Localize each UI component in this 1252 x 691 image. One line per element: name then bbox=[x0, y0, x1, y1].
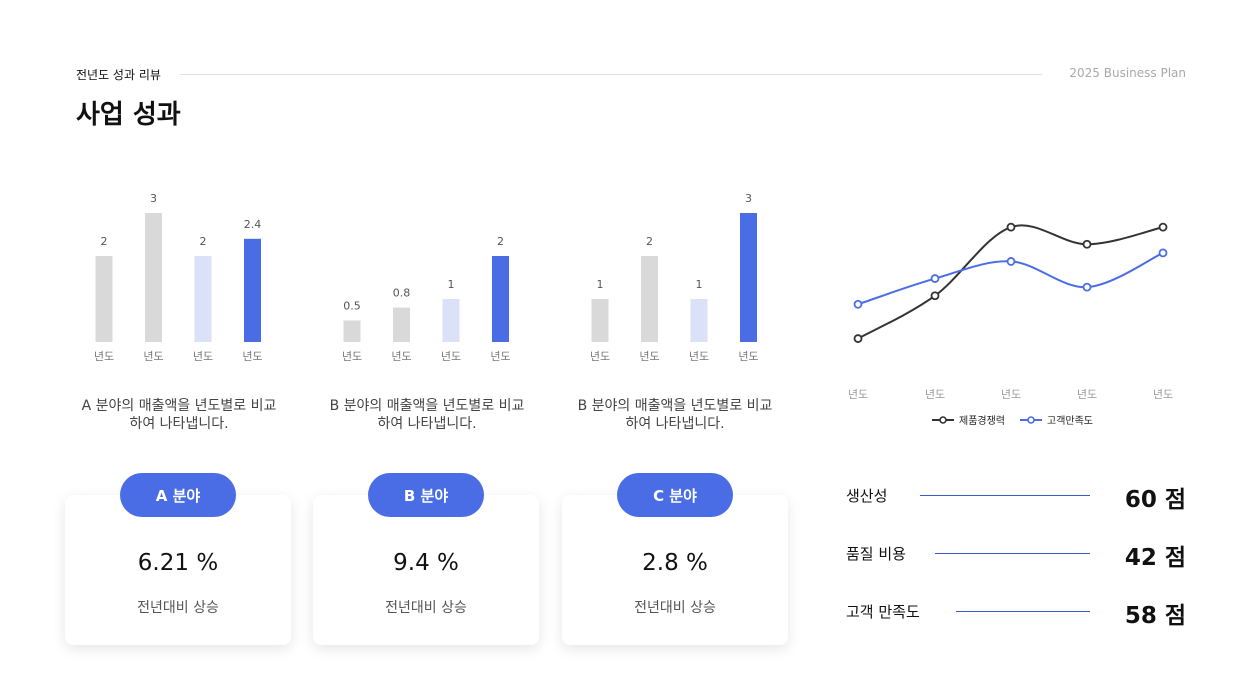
bar-chart-b: 0.5 년도 0.8 년도 1 년도 2 년도 bbox=[332, 180, 552, 380]
x-tick-label: 년도 bbox=[143, 350, 163, 363]
plan-label: 2025 Business Plan bbox=[1069, 66, 1186, 80]
metric-label-customer-satisfaction: 고객 만족도 bbox=[846, 603, 920, 621]
bar-value-label: 2.4 bbox=[244, 218, 262, 231]
metric-line-quality-cost bbox=[935, 553, 1090, 554]
bar-value-label: 1 bbox=[696, 278, 703, 291]
bar bbox=[442, 299, 460, 342]
bar-chart-c-svg: 1 년도 2 년도 1 년도 3 년도 bbox=[590, 192, 759, 363]
card-a-label-pill: A 분야 bbox=[120, 473, 236, 517]
card-b: 9.4 % 전년대비 상승 bbox=[313, 495, 539, 645]
card-a-value: 6.21 % bbox=[137, 550, 219, 576]
x-tick-label: 년도 bbox=[1001, 388, 1021, 401]
bar bbox=[591, 299, 609, 342]
card-a-subtitle: 전년대비 상승 bbox=[137, 600, 219, 616]
series-point bbox=[1082, 282, 1092, 292]
bar-chart-c: 1 년도 2 년도 1 년도 3 년도 bbox=[580, 180, 800, 380]
bar bbox=[194, 256, 212, 342]
bar bbox=[244, 238, 261, 342]
x-tick-label: 년도 bbox=[848, 388, 868, 401]
bar-chart-a: 2 년도 3 년도 2 년도 2.4 년도 bbox=[84, 180, 304, 380]
card-b-subtitle: 전년대비 상승 bbox=[385, 600, 467, 616]
bar-value-label: 1 bbox=[597, 278, 604, 291]
metric-label-quality-cost: 품질 비용 bbox=[846, 545, 906, 563]
bar-value-label: 3 bbox=[745, 192, 752, 205]
bar-value-label: 2 bbox=[101, 235, 108, 248]
bar-value-label: 3 bbox=[150, 192, 157, 205]
page-title: 사업 성과 bbox=[76, 100, 181, 130]
bar bbox=[95, 256, 113, 342]
bar-value-label: 0.5 bbox=[343, 300, 361, 313]
header-divider bbox=[180, 74, 1042, 75]
card-a: 6.21 % 전년대비 상승 bbox=[65, 495, 291, 645]
x-tick-label: 년도 bbox=[490, 350, 510, 363]
x-tick-label: 년도 bbox=[94, 350, 114, 363]
series-point bbox=[853, 334, 863, 343]
metric-line-productivity bbox=[920, 495, 1090, 496]
bar-value-label: 0.8 bbox=[393, 287, 411, 300]
metric-value-customer-satisfaction: 58 점 bbox=[1124, 603, 1186, 629]
metric-label-productivity: 생산성 bbox=[846, 487, 888, 505]
card-b-value: 9.4 % bbox=[393, 550, 459, 576]
legend-item: 고객만족도 bbox=[1020, 415, 1093, 427]
bar-value-label: 2 bbox=[646, 235, 653, 248]
series-point bbox=[1082, 239, 1092, 249]
bar bbox=[492, 256, 509, 342]
bar-chart-a-description: A 분야의 매출액을 년도별로 비교 하여 나타냅니다. bbox=[81, 398, 277, 432]
bar-chart-c-description: B 분야의 매출액을 년도별로 비교 하여 나타냅니다. bbox=[577, 398, 773, 432]
legend-label: 고객만족도 bbox=[1047, 415, 1093, 427]
metric-value-quality-cost: 42 점 bbox=[1124, 545, 1186, 571]
metric-value-productivity: 60 점 bbox=[1124, 487, 1186, 513]
x-tick-label: 년도 bbox=[1153, 388, 1173, 401]
x-tick-label: 년도 bbox=[925, 388, 945, 401]
x-tick-label: 년도 bbox=[342, 350, 362, 363]
bar-value-label: 2 bbox=[200, 235, 207, 248]
x-tick-label: 년도 bbox=[391, 350, 411, 363]
series-point bbox=[1158, 222, 1168, 232]
series-point bbox=[930, 291, 940, 301]
legend-marker bbox=[1027, 416, 1035, 424]
x-tick-label: 년도 bbox=[441, 350, 461, 363]
x-tick-label: 년도 bbox=[242, 350, 262, 363]
series-line bbox=[857, 224, 1164, 340]
x-tick-label: 년도 bbox=[1077, 388, 1097, 401]
bar-chart-a-svg: 2 년도 3 년도 2 년도 2.4 년도 bbox=[94, 192, 263, 363]
bar bbox=[690, 299, 708, 342]
bar bbox=[740, 213, 757, 342]
x-tick-label: 년도 bbox=[689, 350, 709, 363]
legend-item: 제품경쟁력 bbox=[932, 414, 1005, 427]
card-c-label-pill: C 분야 bbox=[617, 473, 733, 517]
x-tick-label: 년도 bbox=[590, 350, 610, 363]
card-c-value: 2.8 % bbox=[642, 550, 708, 576]
series-point bbox=[930, 274, 940, 283]
line-chart-svg: 년도 년도 년도 년도 년도제품경쟁력 고객만족도 bbox=[848, 222, 1173, 427]
series-point bbox=[853, 299, 863, 309]
line-chart: 년도 년도 년도 년도 년도제품경쟁력 고객만족도 bbox=[830, 190, 1190, 440]
legend-marker bbox=[939, 416, 947, 424]
legend-label: 제품경쟁력 bbox=[959, 414, 1005, 427]
card-b-label-pill: B 분야 bbox=[368, 473, 484, 517]
series-point bbox=[1158, 248, 1168, 258]
series-point bbox=[1006, 222, 1016, 232]
card-c: 2.8 % 전년대비 상승 bbox=[562, 495, 788, 645]
bar bbox=[343, 320, 361, 342]
card-c-subtitle: 전년대비 상승 bbox=[634, 600, 716, 616]
series-point bbox=[1006, 257, 1016, 266]
bar bbox=[393, 307, 410, 342]
x-tick-label: 년도 bbox=[639, 350, 659, 363]
bar bbox=[641, 256, 658, 342]
x-tick-label: 년도 bbox=[193, 350, 213, 363]
bar-chart-b-svg: 0.5 년도 0.8 년도 1 년도 2 년도 bbox=[342, 235, 511, 363]
bar-value-label: 2 bbox=[497, 235, 504, 248]
section-label: 전년도 성과 리뷰 bbox=[76, 68, 161, 82]
bar bbox=[145, 213, 162, 342]
metric-line-customer-satisfaction bbox=[956, 611, 1090, 612]
bar-chart-b-description: B 분야의 매출액을 년도별로 비교 하여 나타냅니다. bbox=[329, 398, 525, 432]
bar-value-label: 1 bbox=[448, 278, 455, 291]
x-tick-label: 년도 bbox=[738, 350, 758, 363]
